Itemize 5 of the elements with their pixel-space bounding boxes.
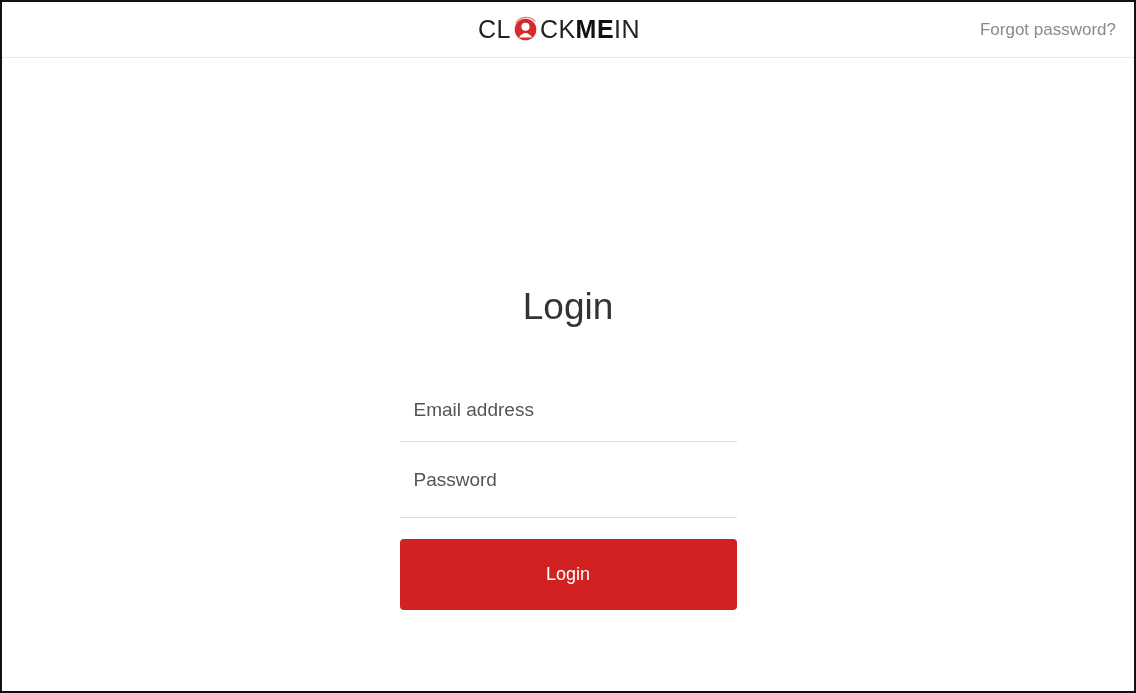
logo-text: CL <box>477 15 511 44</box>
logo-text: CKMEIN <box>539 15 641 44</box>
forgot-password-link[interactable]: Forgot password? <box>979 19 1116 40</box>
login-title: Login <box>521 286 615 328</box>
login-button[interactable]: Login <box>399 539 737 610</box>
